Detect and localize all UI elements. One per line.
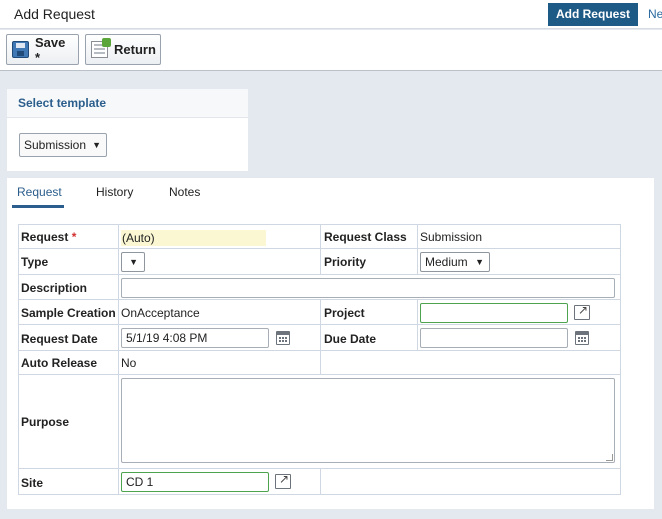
tab-bar: Request History Notes [7,178,654,208]
template-select[interactable]: Submission ▼ [19,133,107,157]
save-button[interactable]: Save * [6,34,79,65]
calendar-icon[interactable] [276,331,290,345]
add-request-button[interactable]: Add Request [548,3,638,26]
priority-select-value: Medium [425,255,468,269]
tab-request[interactable]: Request [17,185,62,199]
due-date-label: Due Date [324,332,377,346]
chevron-down-icon: ▼ [475,257,484,267]
open-link-icon[interactable] [574,303,590,320]
sample-creation-value: OnAcceptance [121,306,200,320]
tab-history[interactable]: History [96,185,133,199]
request-label-text: Request [21,230,69,244]
description-label: Description [21,281,88,295]
form-cell [119,249,321,275]
request-label: Request * [21,230,76,244]
purpose-textarea[interactable] [121,378,615,463]
open-link-icon[interactable] [275,472,291,489]
description-field[interactable] [121,278,615,298]
request-form-panel: Request History Notes Request * (Auto) R… [7,178,654,509]
resize-handle-icon[interactable] [606,454,613,461]
project-field[interactable] [420,303,568,323]
template-panel: Select template Submission ▼ [7,89,248,171]
chevron-down-icon: ▼ [129,257,138,267]
calendar-icon[interactable] [575,331,589,345]
auto-release-value: No [121,356,137,370]
request-class-label: Request Class [324,230,407,244]
top-bar: Add Request Add Request Ne [0,0,662,29]
site-label: Site [21,476,44,490]
priority-label: Priority [324,255,367,269]
template-select-value: Submission [24,138,87,152]
priority-select[interactable]: Medium ▼ [420,252,490,272]
sample-creation-label: Sample Creation [21,306,116,320]
request-form-grid: Request * (Auto) Request Class Submissio… [18,224,621,495]
request-class-value: Submission [420,230,483,244]
request-id-field: (Auto) [121,230,266,246]
purpose-label: Purpose [21,415,70,429]
project-label: Project [324,306,365,320]
request-date-label: Request Date [21,332,98,346]
form-cell [321,351,620,375]
request-date-field[interactable]: 5/1/19 4:08 PM [121,328,269,348]
form-cell [321,469,620,494]
auto-release-label: Auto Release [21,356,98,370]
toolbar: Save * Return [0,30,662,71]
template-heading: Select template [7,89,248,118]
site-field[interactable]: CD 1 [121,472,269,492]
form-cell [119,351,321,375]
active-tab-indicator [12,205,64,208]
save-button-label: Save * [35,34,66,65]
required-marker: * [71,230,77,244]
return-button[interactable]: Return [85,34,161,65]
type-label: Type [21,255,49,269]
type-select[interactable]: ▼ [121,252,145,272]
return-icon [91,38,111,58]
return-button-label: Return [114,42,156,57]
tab-notes[interactable]: Notes [169,185,200,199]
chevron-down-icon: ▼ [92,140,101,150]
due-date-field[interactable] [420,328,568,348]
save-icon [12,41,29,58]
page-title: Add Request [14,6,95,22]
next-link[interactable]: Ne [648,7,662,21]
